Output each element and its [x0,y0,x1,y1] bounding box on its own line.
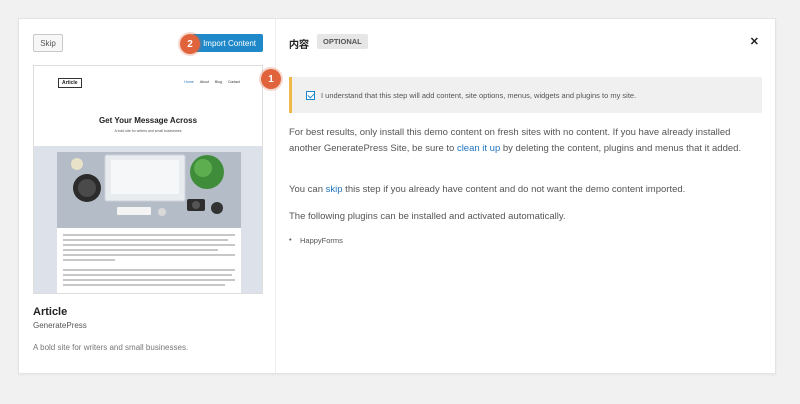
preview-hero: Get Your Message Across A bold site for … [34,98,262,146]
site-author: GeneratePress [33,321,87,330]
preview-desk-photo [57,152,241,228]
preview-nav-item: Contact [227,80,240,84]
preview-logo: Article [58,78,82,88]
site-description: A bold site for writers and small busine… [33,343,189,352]
confirm-notice: I understand that this step will add con… [289,77,762,113]
preview-content-card [57,152,241,293]
step-badge-1: 1 [261,69,281,89]
site-preview-column: Skip Import Content 2 Article Home About… [19,19,276,373]
paragraph-text: You can [289,184,326,195]
preview-nav: Home About Blog Contact [184,80,240,84]
preview-nav-item: About [199,80,209,84]
preview-hero-subtitle: A bold site for writers and small busine… [114,129,182,133]
step-title: 内容 [289,40,309,51]
preview-header: Article Home About Blog Contact [34,66,262,98]
close-icon[interactable]: ✕ [750,35,759,48]
preview-nav-item: Blog [214,80,222,84]
content-step-panel: 内容 OPTIONAL ✕ I understand that this ste… [276,19,775,373]
confirm-checkbox[interactable] [306,90,315,100]
plugins-intro: The following plugins can be installed a… [289,211,566,222]
plugin-list: HappyForms [289,235,343,245]
skip-paragraph: You can skip this step if you already ha… [289,182,764,198]
plugin-item: HappyForms [289,235,343,245]
skip-link[interactable]: skip [326,184,343,195]
optional-badge: OPTIONAL [317,34,368,49]
step-badge-2: 2 [180,34,200,54]
site-name: Article [33,306,68,318]
preview-hero-title: Get Your Message Across [98,116,198,125]
preview-nav-item: Home [184,80,194,84]
import-content-button[interactable]: Import Content [192,34,263,52]
confirm-checkbox-label[interactable]: I understand that this step will add con… [321,91,636,100]
paragraph-text: by deleting the content, plugins and men… [500,143,742,154]
skip-button[interactable]: Skip [33,34,63,52]
best-results-paragraph: For best results, only install this demo… [289,125,764,157]
clean-it-up-link[interactable]: clean it up [457,143,500,154]
import-modal: Skip Import Content 2 Article Home About… [18,18,776,374]
preview-text-lines [63,234,235,289]
desk-photo-illustration [57,152,241,228]
paragraph-text: this step if you already have content an… [342,184,686,195]
site-preview-image: Article Home About Blog Contact Get Your… [33,65,263,294]
